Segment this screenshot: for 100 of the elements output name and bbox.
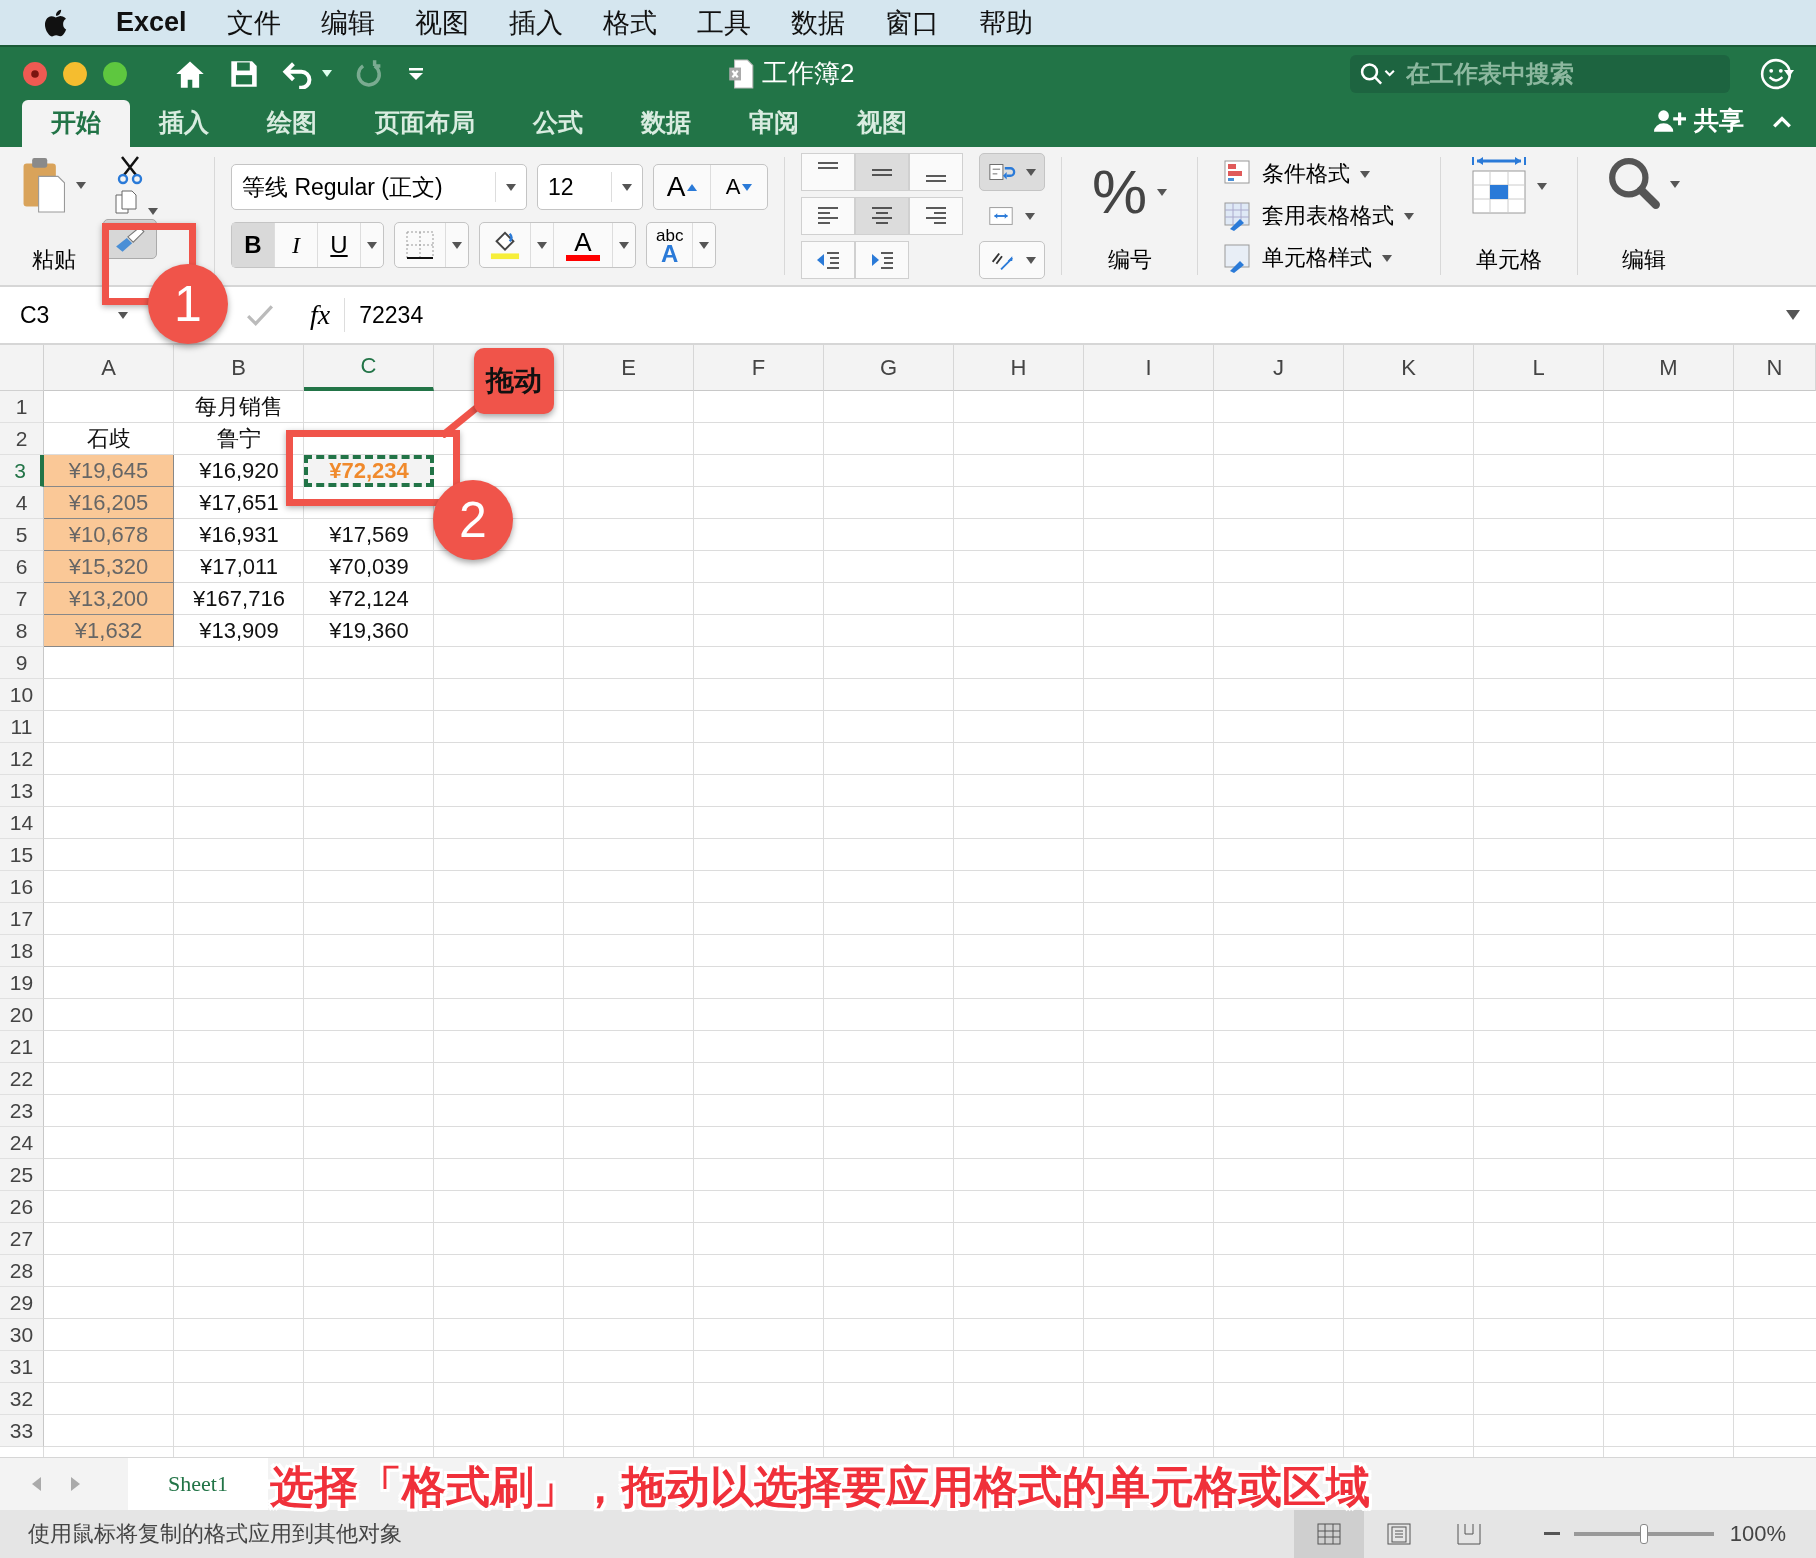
style-menu-button[interactable]: 套用表格格式 xyxy=(1224,201,1415,231)
bold-button[interactable]: B xyxy=(232,223,275,267)
editing-button[interactable]: 编辑 xyxy=(1594,153,1695,279)
row-header[interactable]: 7 xyxy=(0,583,44,615)
row-header[interactable]: 5 xyxy=(0,519,44,551)
ribbon-tab[interactable]: 插入 xyxy=(130,100,238,147)
row-header[interactable]: 21 xyxy=(0,1031,44,1063)
column-header[interactable]: A xyxy=(44,345,174,391)
row-header[interactable]: 19 xyxy=(0,967,44,999)
copy-icon[interactable] xyxy=(114,189,138,215)
paste-button[interactable]: 粘贴 xyxy=(20,153,88,279)
sheet-tab[interactable]: Sheet1 xyxy=(128,1458,268,1510)
alignment-button[interactable] xyxy=(801,241,855,279)
row-header[interactable]: 1 xyxy=(0,391,44,423)
row-header[interactable]: 20 xyxy=(0,999,44,1031)
column-header[interactable]: J xyxy=(1214,345,1344,391)
close-icon[interactable] xyxy=(22,60,48,87)
column-header[interactable]: K xyxy=(1344,345,1474,391)
row-header[interactable]: 32 xyxy=(0,1383,44,1415)
search-bar[interactable]: 在工作表中搜索 xyxy=(1350,54,1730,93)
minimize-icon[interactable] xyxy=(62,60,88,87)
row-header[interactable]: 16 xyxy=(0,871,44,903)
alignment-button[interactable] xyxy=(855,197,909,235)
row-header[interactable]: 11 xyxy=(0,711,44,743)
style-menu-button[interactable]: 条件格式 xyxy=(1224,159,1415,189)
formula-field[interactable]: 72234 xyxy=(359,301,1786,329)
ribbon-tab[interactable]: 数据 xyxy=(612,100,720,147)
slider-thumb[interactable] xyxy=(1639,1524,1648,1544)
row-header[interactable]: 27 xyxy=(0,1223,44,1255)
insert-function-button[interactable]: fx xyxy=(310,299,331,331)
increase-font-button[interactable]: A xyxy=(654,165,711,209)
row-header[interactable]: 17 xyxy=(0,903,44,935)
row-header[interactable]: 22 xyxy=(0,1063,44,1095)
name-box[interactable]: C3 xyxy=(0,287,140,343)
wrap-text-button[interactable] xyxy=(979,153,1045,191)
row-header[interactable]: 12 xyxy=(0,743,44,775)
column-header[interactable]: E xyxy=(564,345,694,391)
column-header[interactable]: C xyxy=(304,345,434,391)
row-header[interactable]: 33 xyxy=(0,1415,44,1447)
decrease-font-button[interactable]: A xyxy=(711,165,767,209)
row-header[interactable]: 4 xyxy=(0,487,44,519)
alignment-button[interactable] xyxy=(855,241,909,279)
row-header[interactable]: 8 xyxy=(0,615,44,647)
row-header[interactable]: 26 xyxy=(0,1191,44,1223)
search-field[interactable]: 在工作表中搜索 xyxy=(1404,58,1688,89)
ribbon-tab[interactable]: 公式 xyxy=(504,100,612,147)
save-icon[interactable] xyxy=(228,58,260,89)
row-header[interactable]: 6 xyxy=(0,551,44,583)
row-header[interactable]: 2 xyxy=(0,423,44,455)
orientation-button[interactable] xyxy=(979,241,1045,279)
menu-item[interactable]: 格式 xyxy=(602,4,657,41)
row-header[interactable]: 15 xyxy=(0,839,44,871)
row-header[interactable]: 14 xyxy=(0,807,44,839)
row-header[interactable]: 30 xyxy=(0,1319,44,1351)
ribbon-tab[interactable]: 视图 xyxy=(828,100,936,147)
menu-item[interactable]: 工具 xyxy=(696,4,751,41)
alignment-button[interactable] xyxy=(801,153,855,191)
row-header[interactable]: 31 xyxy=(0,1351,44,1383)
row-header[interactable]: 13 xyxy=(0,775,44,807)
menu-item[interactable]: 文件 xyxy=(226,4,281,41)
ribbon-tab[interactable]: 页面布局 xyxy=(346,100,504,147)
row-header[interactable]: 25 xyxy=(0,1159,44,1191)
column-header[interactable]: I xyxy=(1084,345,1214,391)
scissors-icon[interactable] xyxy=(117,155,143,185)
underline-button[interactable]: U xyxy=(318,223,361,267)
row-header[interactable]: 3 xyxy=(0,455,44,487)
collapse-icon[interactable] xyxy=(1772,116,1792,129)
customize-icon[interactable] xyxy=(408,66,424,81)
menu-item[interactable]: 帮助 xyxy=(978,4,1033,41)
style-menu-button[interactable]: 单元格样式 xyxy=(1224,243,1415,273)
row-header[interactable]: 23 xyxy=(0,1095,44,1127)
alignment-button[interactable] xyxy=(909,153,963,191)
cells-button[interactable]: 单元格 xyxy=(1457,153,1562,279)
alignment-button[interactable] xyxy=(801,197,855,235)
zoom-out-icon[interactable] xyxy=(1543,1532,1560,1536)
column-header[interactable]: N xyxy=(1734,345,1816,391)
column-header[interactable]: B xyxy=(174,345,304,391)
italic-button[interactable]: I xyxy=(275,223,318,267)
zoom-icon[interactable] xyxy=(102,60,128,87)
share-button[interactable]: 共享 xyxy=(1654,104,1744,147)
app-menu[interactable]: Excel xyxy=(116,7,187,38)
menu-item[interactable]: 数据 xyxy=(790,4,845,41)
row-header[interactable]: 29 xyxy=(0,1287,44,1319)
ribbon-tab[interactable]: 绘图 xyxy=(238,100,346,147)
font-name-dropdown[interactable]: 等线 Regular (正文) xyxy=(231,164,527,210)
column-header[interactable]: L xyxy=(1474,345,1604,391)
column-header[interactable]: M xyxy=(1604,345,1734,391)
column-header[interactable]: H xyxy=(954,345,1084,391)
row-header[interactable]: 18 xyxy=(0,935,44,967)
number-format-button[interactable]: % 编号 xyxy=(1078,153,1182,279)
menu-item[interactable]: 插入 xyxy=(508,4,563,41)
row-header[interactable]: 9 xyxy=(0,647,44,679)
menu-item[interactable]: 编辑 xyxy=(320,4,375,41)
ribbon-tab[interactable]: 开始 xyxy=(22,100,130,147)
column-header[interactable]: G xyxy=(824,345,954,391)
search-icon[interactable] xyxy=(1360,61,1396,86)
alignment-button[interactable] xyxy=(909,197,963,235)
ribbon-tab[interactable]: 审阅 xyxy=(720,100,828,147)
row-header[interactable]: 10 xyxy=(0,679,44,711)
checkmark-icon[interactable] xyxy=(246,303,274,327)
